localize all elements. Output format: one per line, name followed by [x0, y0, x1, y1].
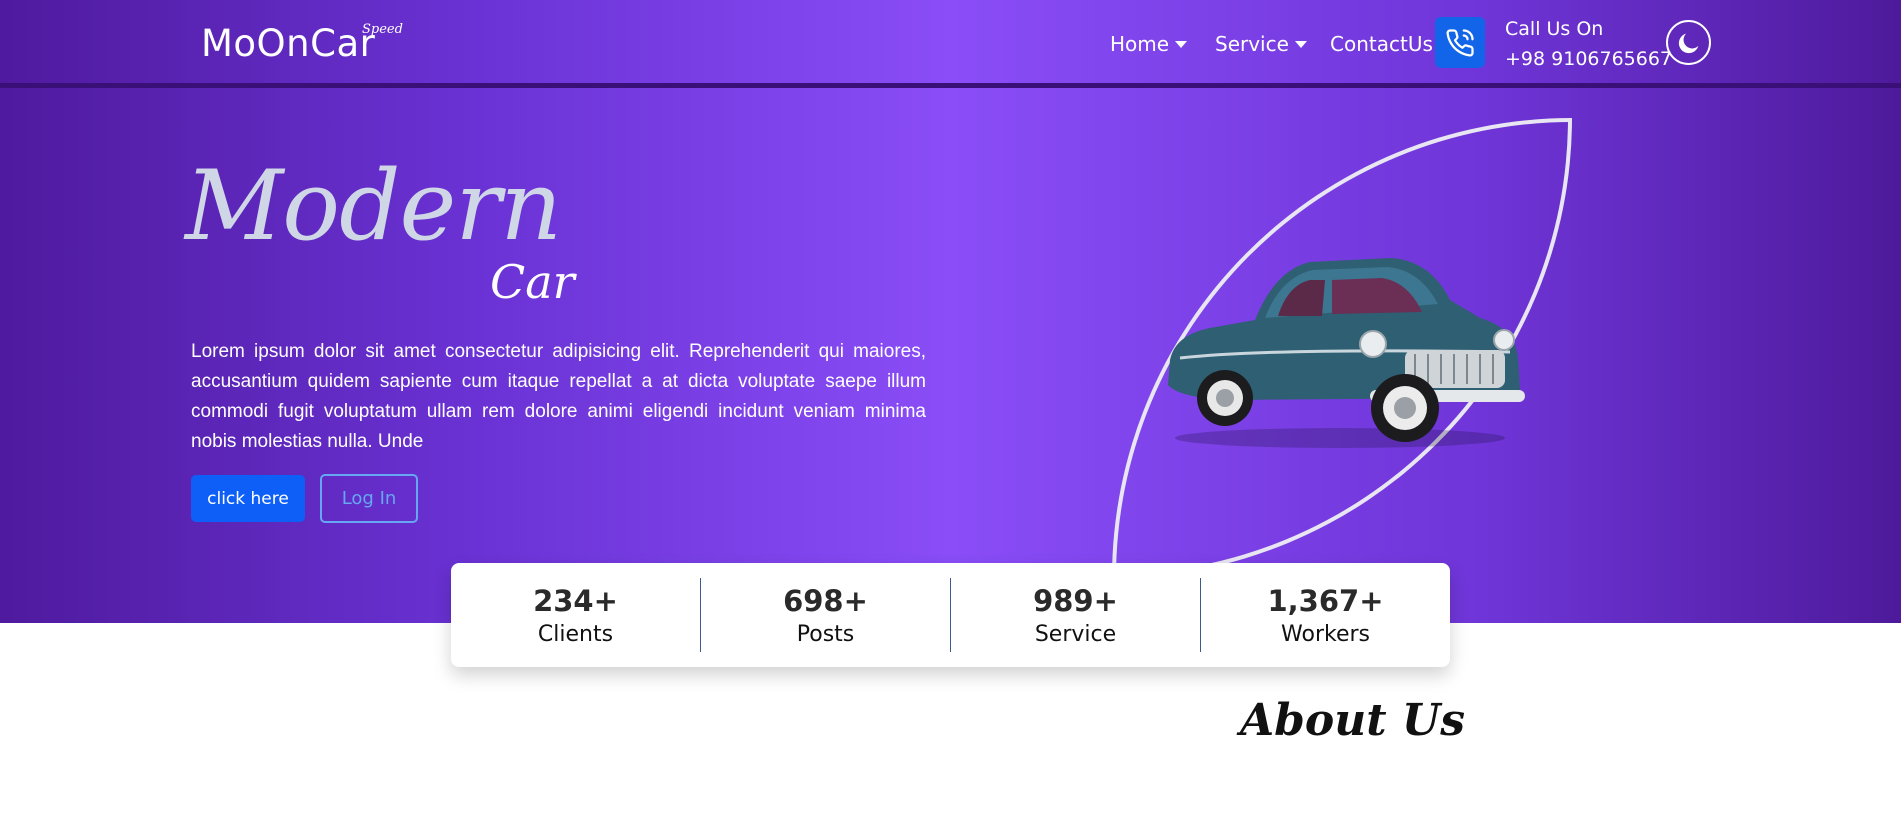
stat-value: 698+ — [783, 583, 868, 618]
stats-card: 234+ Clients 698+ Posts 989+ Service 1,3… — [451, 563, 1450, 667]
phone-button[interactable] — [1435, 17, 1485, 68]
phone-icon — [1446, 28, 1474, 56]
about-heading: About Us — [1240, 695, 1466, 746]
stat-posts: 698+ Posts — [700, 578, 950, 652]
stat-workers: 1,367+ Workers — [1200, 578, 1450, 652]
stat-label: Workers — [1281, 621, 1370, 647]
vintage-car-image — [1150, 240, 1530, 460]
moon-icon — [1678, 33, 1698, 53]
nav-item-service[interactable]: Service — [1215, 32, 1307, 56]
nav-item-label: Service — [1215, 32, 1289, 56]
stat-value: 1,367+ — [1267, 583, 1384, 618]
hero-description: Lorem ipsum dolor sit amet consectetur a… — [191, 341, 926, 452]
login-button[interactable]: Log In — [320, 474, 418, 523]
click-here-button[interactable]: click here — [191, 475, 305, 522]
theme-toggle-button[interactable] — [1666, 20, 1711, 65]
brand-logo[interactable]: MoOnCar — [201, 22, 375, 65]
caret-down-icon — [1175, 40, 1188, 48]
stat-service: 989+ Service — [950, 578, 1200, 652]
nav-item-label: ContactUs — [1330, 32, 1433, 56]
nav-item-home[interactable]: Home — [1110, 32, 1188, 56]
caret-down-icon — [1294, 40, 1307, 48]
stat-clients: 234+ Clients — [451, 578, 700, 652]
nav-item-label: Home — [1110, 32, 1170, 56]
call-label: Call Us On — [1505, 18, 1604, 40]
nav-item-contact[interactable]: ContactUs — [1330, 32, 1433, 56]
navbar: MoOnCar Speed Home Service ContactUs Cal… — [0, 0, 1901, 88]
stat-label: Clients — [537, 621, 614, 647]
stat-label: Service — [1034, 621, 1117, 647]
call-number[interactable]: +98 9106765667 — [1505, 48, 1672, 70]
stat-label: Posts — [796, 621, 855, 647]
stat-value: 234+ — [533, 583, 618, 618]
hero-title: Modern — [185, 150, 562, 262]
hero-subtitle: Car — [490, 255, 575, 309]
stat-value: 989+ — [1033, 583, 1118, 618]
brand-tagline: Speed — [362, 22, 403, 37]
hero-section — [0, 0, 1901, 623]
